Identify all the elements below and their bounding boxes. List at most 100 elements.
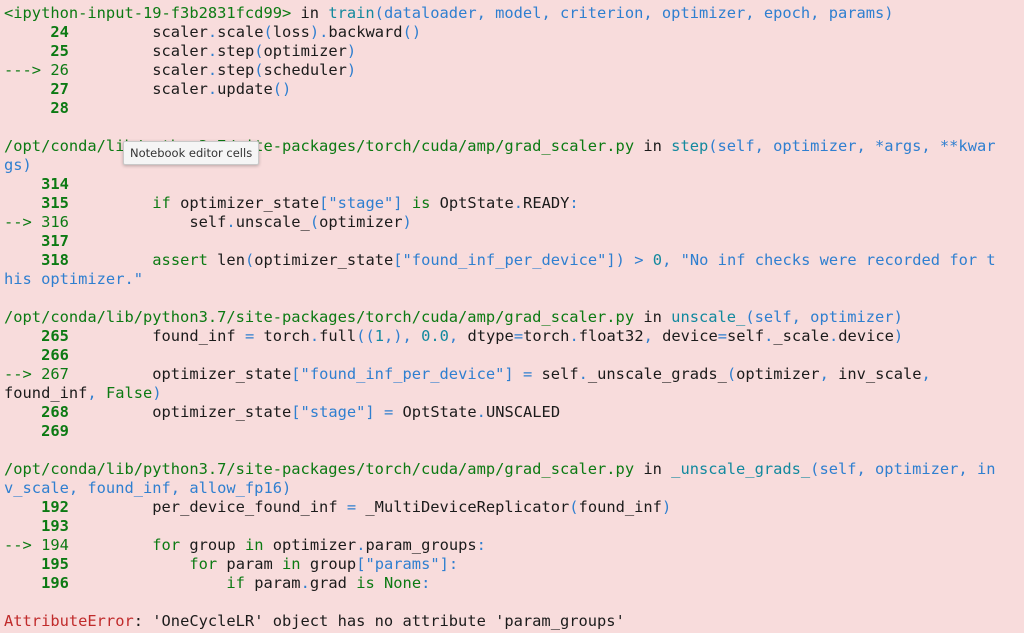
traceback-line: gs) [4, 156, 32, 175]
code-token: . [476, 403, 486, 421]
code-token: ) [346, 61, 357, 79]
code-token: dtype [458, 327, 514, 345]
traceback-line: found_inf, False) [4, 384, 162, 403]
traceback-line: 193 [4, 517, 69, 536]
code-token: ( [254, 61, 264, 79]
code-token: 25 [4, 42, 69, 60]
code-token: --> 194 [4, 536, 69, 554]
code-token: , [662, 251, 672, 269]
code-token: if [152, 194, 171, 212]
traceback-line: 24 scaler.scale(loss).backward() [4, 23, 421, 42]
code-token: (dataloader, model, criterion, optimizer… [374, 4, 894, 22]
code-token: _scale [773, 327, 829, 345]
code-token: found_inf [578, 498, 662, 516]
traceback-line: /opt/conda/lib/python3.7/site-packages/t… [4, 308, 903, 327]
code-token: torch [523, 327, 570, 345]
code-token: grad [309, 574, 357, 592]
code-token: , [921, 365, 931, 383]
code-token: --> 267 [4, 365, 69, 383]
code-token: 0 [652, 251, 663, 269]
code-token: ] [365, 403, 375, 421]
code-token: (self, optimizer) [745, 308, 903, 326]
code-token: optimizer_state [170, 194, 320, 212]
code-token: False [105, 384, 153, 402]
code-token: OptState [393, 403, 477, 421]
code-token: /opt/conda/lib/python3.7/site-packages/t… [4, 460, 635, 478]
code-token: ( [263, 23, 273, 41]
traceback-line: 315 if optimizer_state["stage"] is OptSt… [4, 194, 579, 213]
code-token: optimizer_state [68, 365, 292, 383]
code-token: 28 [4, 99, 69, 117]
traceback-line: 265 found_inf = torch.full((1,), 0.0, dt… [4, 327, 903, 346]
code-token: : [421, 574, 431, 592]
traceback-line: --> 194 for group in optimizer.param_gro… [4, 536, 486, 555]
code-token: found_inf [68, 327, 245, 345]
code-token: <ipython-input-19-f3b2831fcd99> [4, 4, 292, 22]
code-token: = [513, 327, 524, 345]
traceback-line: <ipython-input-19-f3b2831fcd99> in train… [4, 4, 894, 23]
traceback-line: v_scale, found_inf, allow_fp16) [4, 479, 291, 498]
code-token: ) [346, 42, 357, 60]
code-token: step [217, 61, 255, 79]
code-token: unscale_ [235, 213, 310, 231]
code-token: , [87, 384, 97, 402]
tooltip: Notebook editor cells [123, 141, 260, 165]
code-token: ) [661, 498, 672, 516]
code-token: OptState [430, 194, 514, 212]
code-token: : 'OneCycleLR' object has no attribute '… [133, 612, 625, 630]
code-token: : [476, 536, 486, 554]
code-token: 317 [4, 232, 69, 250]
code-token: READY [523, 194, 570, 212]
code-token: (self, optimizer, in [810, 460, 996, 478]
code-token: > [634, 251, 644, 269]
code-token: loss [272, 23, 310, 41]
code-token: len [207, 251, 245, 269]
code-token: . [513, 194, 524, 212]
code-token: in [634, 460, 672, 478]
code-token: . [829, 327, 839, 345]
code-token: "stage" [300, 403, 366, 421]
code-token: ( [309, 213, 320, 231]
code-token: is [411, 194, 431, 212]
code-token: 1 [374, 327, 385, 345]
code-token: . [207, 61, 218, 79]
code-token: self [532, 365, 579, 383]
traceback-line: 317 [4, 232, 69, 251]
code-token: in [634, 308, 672, 326]
code-token: backward [328, 23, 403, 41]
code-token: device [652, 327, 718, 345]
code-token: 195 [4, 555, 69, 573]
code-token: [ [393, 251, 403, 269]
code-token: 193 [4, 517, 69, 535]
code-token: 265 [4, 327, 69, 345]
traceback-line: --> 267 optimizer_state["found_inf_per_d… [4, 365, 931, 384]
code-token: for [152, 536, 181, 554]
code-token: = [244, 327, 255, 345]
code-token: in [244, 536, 264, 554]
code-token: group [300, 555, 357, 573]
code-token: scale [217, 23, 264, 41]
code-token: ( [244, 251, 255, 269]
code-token: his optimizer." [4, 270, 143, 288]
code-token: group [180, 536, 245, 554]
code-token: device [838, 327, 894, 345]
code-token: _unscale_grads_ [671, 460, 811, 478]
code-token: () [272, 80, 292, 98]
code-token: ) [893, 327, 904, 345]
traceback-line: 268 optimizer_state["stage"] = OptState.… [4, 403, 560, 422]
code-token: = [522, 365, 533, 383]
code-token: . [764, 327, 774, 345]
code-token: scaler [68, 42, 208, 60]
traceback-line: ---> 26 scaler.step(scheduler) [4, 61, 356, 80]
code-token: float32 [578, 327, 644, 345]
code-token: scaler [68, 80, 208, 98]
code-token: unscale_ [671, 308, 746, 326]
code-token: _unscale_grads_ [587, 365, 727, 383]
code-token: ( [726, 365, 737, 383]
code-token: optimizer [736, 365, 820, 383]
code-token: ] [504, 365, 514, 383]
